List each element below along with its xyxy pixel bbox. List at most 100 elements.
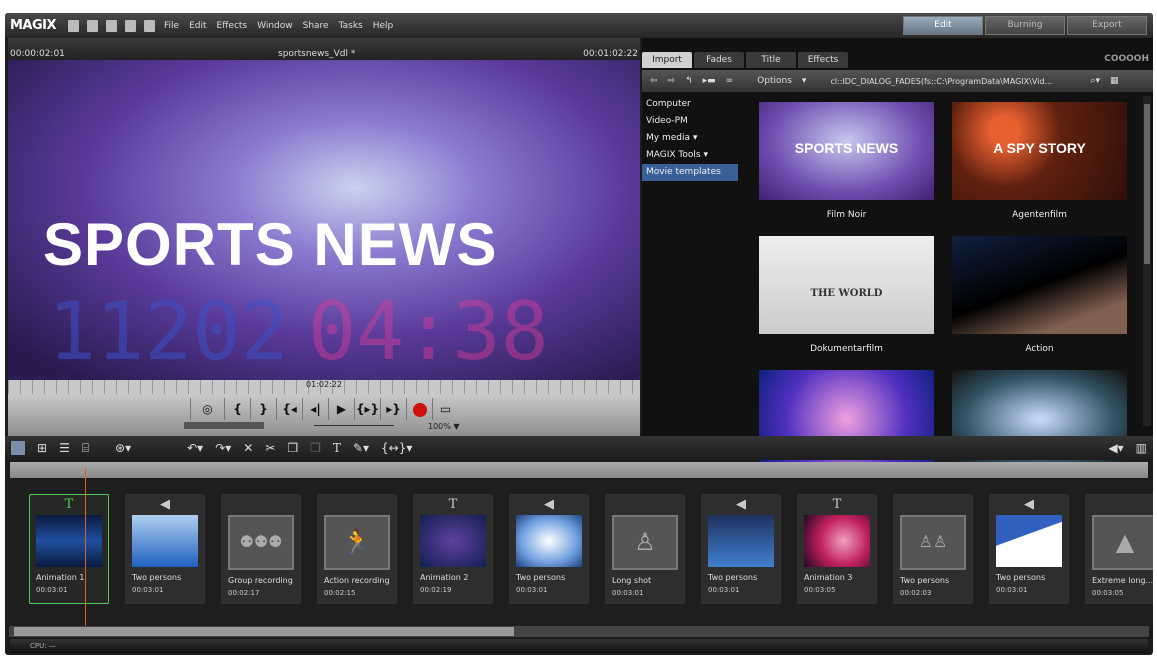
storyboard-clip[interactable]: ◀ Two persons 00:03:01 [125,494,205,604]
tab-fades[interactable]: Fades [694,52,744,68]
tab-import[interactable]: Import [642,52,692,68]
title-text-icon: T [64,497,74,512]
zoom-icon[interactable]: ⌕▾ [1090,76,1100,86]
storyboard-clip[interactable]: ◀ Two persons 00:03:01 [989,494,1069,604]
video-monitor[interactable]: 11202 04:38 SPORTS NEWS [8,60,640,380]
film-reel-icon[interactable]: ◎ [190,398,224,420]
template-thumbnail[interactable]: A SPY STORY [952,102,1127,200]
tab-title[interactable]: Title [746,52,796,68]
mark-in-button[interactable]: { [224,398,250,420]
back-icon[interactable]: ⇦ [650,76,658,86]
delete-icon[interactable]: ✕ [243,441,253,455]
clip-name: Two persons [900,576,950,585]
mixer-icon[interactable]: ▥ [1136,441,1147,455]
two-persons-icon: ♙♙ [900,515,966,570]
marker-icon[interactable]: ✎▾ [353,441,369,455]
template-thumbnail[interactable]: SPORTS NEWS [759,102,934,200]
stop-button[interactable]: ▭ [432,398,458,420]
zoom-level[interactable]: 100% ▼ [428,422,460,431]
template-name: Agentenfilm [1012,210,1067,220]
storyboard-clip[interactable]: ◀ Two persons 00:03:01 [701,494,781,604]
next-mark-button[interactable]: ▸} [380,398,406,420]
camera-icon[interactable]: ⌸ [82,441,89,456]
storyboard-view-icon[interactable] [11,441,25,455]
audio-icon[interactable]: ◀▾ [1108,441,1123,455]
new-file-icon[interactable] [68,19,80,32]
template-thumbnail[interactable]: THE WORLD [759,236,934,334]
settings-icon[interactable] [125,19,137,32]
clip-name: Long shot [612,576,652,585]
playhead[interactable] [85,468,86,628]
undo-icon[interactable]: ↶▾ [187,441,203,455]
binoculars-icon[interactable]: ∞ [726,76,734,86]
mark-out-button[interactable]: } [250,398,276,420]
tab-effects[interactable]: Effects [798,52,848,68]
storyboard-clip[interactable]: ◀ Two persons 00:03:01 [509,494,589,604]
clip-type-empty [318,495,396,515]
menu-file[interactable]: File [164,21,179,31]
grid-view-icon[interactable]: ⊞ [37,441,47,455]
insert-mode-icon[interactable]: {↔}▾ [381,441,412,455]
forward-icon[interactable]: ⇨ [668,76,676,86]
folder-icon[interactable]: ▸▬ [703,76,716,86]
play-button[interactable]: ▶ [328,398,354,420]
mode-export-button[interactable]: Export [1067,16,1147,35]
template-thumbnail[interactable] [952,236,1127,334]
sidebar-item[interactable]: Computer [642,96,738,113]
help-cursor-icon[interactable] [144,19,156,32]
menu-help[interactable]: Help [373,21,394,31]
scissors-icon[interactable]: ✂ [265,441,275,455]
storyboard-clip[interactable]: T Animation 2 00:02:19 [413,494,493,604]
timeline-scrubber[interactable] [10,462,1148,478]
preview-ruler[interactable]: 01:02:22 [8,380,640,394]
menu-share[interactable]: Share [303,21,329,31]
clip-duration: 00:03:05 [1092,589,1124,597]
sidebar-item[interactable]: My media ▾ [642,130,738,147]
go-start-button[interactable]: ◂| [302,398,328,420]
paste-icon[interactable]: ❐ [310,441,321,455]
up-icon[interactable]: ↰ [685,76,693,86]
grid-view-icon[interactable]: ▦ [1110,76,1119,86]
storyboard-clip[interactable]: 🏃 Action recording 00:02:15 [317,494,397,604]
title-text-icon: T [832,497,842,512]
mode-edit-button[interactable]: Edit [903,16,983,35]
storyboard-clip[interactable]: ▲ Extreme long... 00:03:05 [1085,494,1153,604]
storyboard-clip[interactable]: T Animation 3 00:03:05 [797,494,877,604]
audio-icon: ◀ [736,497,746,512]
mode-burning-button[interactable]: Burning [985,16,1065,35]
storyboard: T Animation 1 00:03:01 ◀ Two persons 00:03:01… [5,480,1153,625]
storyboard-clip[interactable]: ♙ Long shot 00:03:01 [605,494,685,604]
open-folder-icon[interactable] [87,19,99,32]
effects-reel-icon[interactable]: ⊛▾ [115,441,131,455]
template-name: Dokumentarfilm [810,344,883,354]
save-icon[interactable] [106,19,118,32]
clip-type-empty [894,495,972,515]
sidebar-item[interactable]: MAGIX Tools ▾ [642,147,738,164]
menu-effects[interactable]: Effects [217,21,248,31]
record-button[interactable] [406,398,432,420]
sidebar-item[interactable]: Video-PM [642,113,738,130]
text-icon[interactable]: T [333,441,341,455]
storyboard-scrollbar[interactable] [9,626,1149,637]
storyboard-clip[interactable]: ♙♙ Two persons 00:02:03 [893,494,973,604]
jog-wheel[interactable] [184,422,264,429]
menu-tasks[interactable]: Tasks [339,21,363,31]
play-range-button[interactable]: {▸} [354,398,380,420]
options-chevron-icon[interactable]: ▾ [802,76,807,86]
library-scrollbar[interactable] [1143,96,1151,426]
storyboard-clip[interactable]: T Animation 1 00:03:01 [29,494,109,604]
clip-duration: 00:03:01 [612,589,644,597]
options-dropdown[interactable]: Options [757,76,792,86]
path-field[interactable]: cl::IDC_DIALOG_FADES(fs::C:\ProgramData\… [830,77,1080,86]
zoom-slider[interactable] [314,425,394,426]
magix-logo: MAGIX [10,18,57,33]
menu-window[interactable]: Window [257,21,293,31]
list-view-icon[interactable]: ☰ [59,441,70,455]
menu-edit[interactable]: Edit [189,21,206,31]
copy-icon[interactable]: ❐ [287,441,298,455]
audio-icon: ◀ [1024,497,1034,512]
storyboard-clip[interactable]: ⚉⚉⚉ Group recording 00:02:17 [221,494,301,604]
sidebar-item[interactable]: Movie templates [642,164,738,181]
prev-mark-button[interactable]: {◂ [276,398,302,420]
redo-icon[interactable]: ↷▾ [215,441,231,455]
